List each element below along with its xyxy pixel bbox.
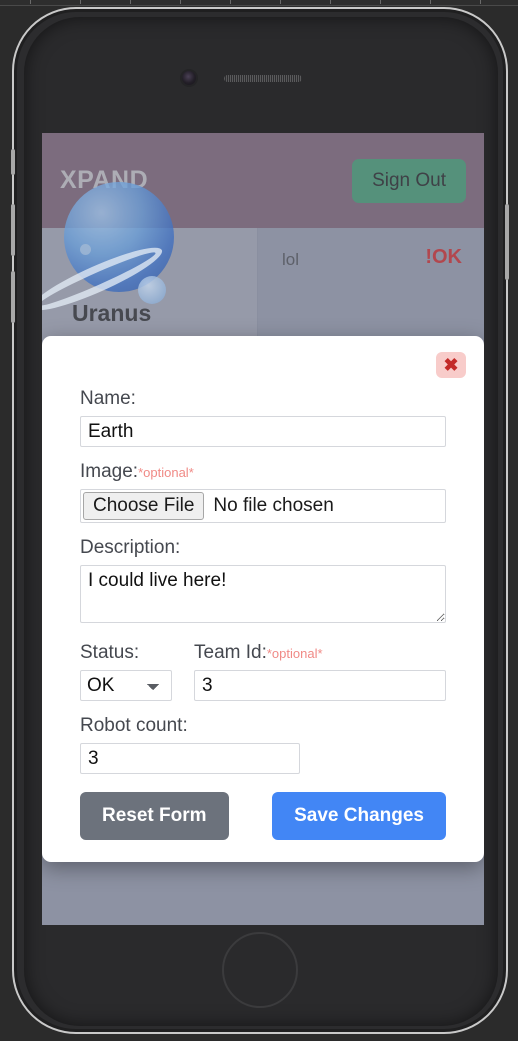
modal-actions: Reset Form Save Changes bbox=[80, 792, 446, 840]
volume-down-button[interactable] bbox=[11, 271, 15, 323]
name-field-group: Name: bbox=[80, 388, 446, 447]
volume-up-button[interactable] bbox=[11, 204, 15, 256]
silent-switch-button[interactable] bbox=[11, 149, 15, 175]
robot-count-input[interactable] bbox=[80, 743, 300, 774]
home-button[interactable] bbox=[222, 932, 298, 1008]
status-select[interactable]: OK bbox=[80, 670, 172, 701]
planet-moon-small-icon bbox=[80, 244, 91, 255]
status-field-group: Status: OK bbox=[80, 642, 172, 701]
name-label: Name: bbox=[80, 388, 136, 409]
image-label: Image:*optional* bbox=[80, 461, 446, 483]
description-field-group: Description: bbox=[80, 537, 446, 628]
save-changes-button[interactable]: Save Changes bbox=[272, 792, 446, 840]
team-id-input[interactable] bbox=[194, 670, 446, 701]
camera-lens-icon bbox=[182, 71, 196, 85]
planet-name: Uranus bbox=[72, 300, 152, 326]
robot-count-label: Robot count: bbox=[80, 715, 188, 736]
status-team-row: Status: OK Team Id:*optional* bbox=[80, 642, 446, 701]
power-button[interactable] bbox=[505, 204, 509, 280]
robot-count-field-group: Robot count: bbox=[80, 715, 446, 774]
status-label: Status: bbox=[80, 642, 140, 663]
planet-note: lol bbox=[282, 250, 300, 269]
reset-form-button[interactable]: Reset Form bbox=[80, 792, 229, 840]
page-body: Uranus lol !OK ✖ Name: Image:*optional* bbox=[42, 182, 484, 925]
phone-screen: XPAND Sign Out Uranus lol !OK ✖ Name: Ea… bbox=[42, 133, 484, 925]
edit-planet-modal: ✖ Name: Image:*optional* Choose File No … bbox=[42, 336, 484, 862]
close-icon[interactable]: ✖ bbox=[436, 352, 466, 378]
description-textarea[interactable] bbox=[80, 565, 446, 623]
choose-file-button[interactable]: Choose File bbox=[83, 492, 205, 520]
team-id-field-group: Team Id:*optional* bbox=[194, 642, 446, 701]
planet-form: Name: Image:*optional* Choose File No fi… bbox=[42, 380, 484, 840]
name-input[interactable] bbox=[80, 416, 446, 447]
image-label-text: Image: bbox=[80, 461, 139, 482]
team-id-label: Team Id:*optional* bbox=[194, 642, 446, 664]
modal-header: ✖ bbox=[42, 352, 484, 380]
phone-frame: XPAND Sign Out Uranus lol !OK ✖ Name: Ea… bbox=[11, 7, 509, 1034]
speaker-grille-icon bbox=[224, 75, 302, 82]
image-optional-tag: *optional* bbox=[138, 465, 194, 480]
ruler-strip bbox=[0, 0, 518, 6]
description-label: Description: bbox=[80, 537, 181, 558]
image-field-group: Image:*optional* Choose File No file cho… bbox=[80, 461, 446, 523]
sign-out-button[interactable]: Sign Out bbox=[352, 158, 466, 203]
file-status-text: No file chosen bbox=[213, 495, 334, 516]
image-file-input[interactable]: Choose File No file chosen bbox=[80, 489, 446, 523]
team-id-optional-tag: *optional* bbox=[266, 646, 323, 661]
planet-status-badge: !OK bbox=[425, 246, 462, 268]
team-id-label-text: Team Id: bbox=[194, 642, 267, 663]
